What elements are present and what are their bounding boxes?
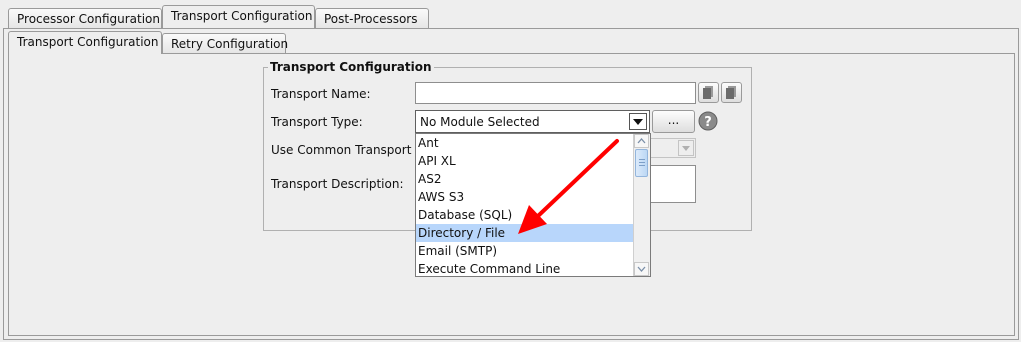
transport-description-textarea[interactable] — [650, 165, 696, 203]
tab-processor-configuration[interactable]: Processor Configuration — [8, 8, 162, 29]
transport-description-label: Transport Description: — [271, 177, 404, 191]
dropdown-option-aws-s3[interactable]: AWS S3 — [416, 188, 634, 206]
scroll-thumb[interactable] — [635, 149, 648, 177]
copy-icon — [703, 86, 713, 99]
subtab-transport-configuration[interactable]: Transport Configuration — [8, 31, 162, 54]
copy-button[interactable] — [698, 82, 719, 103]
paste-button[interactable] — [721, 82, 742, 103]
chevron-up-icon — [637, 138, 646, 144]
svg-text:?: ? — [704, 115, 712, 130]
transport-type-label: Transport Type: — [271, 115, 363, 129]
dropdown-arrow-icon — [633, 119, 643, 125]
common-transport-arrow — [678, 140, 694, 156]
dropdown-option-ant[interactable]: Ant — [416, 134, 634, 152]
transport-type-dropdown-list[interactable]: Ant API XL AS2 AWS S3 Database (SQL) Dir… — [415, 133, 651, 277]
browse-button[interactable]: ... — [652, 110, 695, 133]
transport-type-select[interactable]: No Module Selected — [415, 110, 650, 133]
dropdown-option-as2[interactable]: AS2 — [416, 170, 634, 188]
dropdown-scrollbar[interactable] — [633, 134, 650, 276]
chevron-down-icon — [682, 146, 690, 151]
use-common-transport-label: Use Common Transport — [271, 143, 412, 157]
common-transport-select[interactable] — [650, 138, 696, 158]
browse-button-label: ... — [667, 113, 680, 127]
tab-transport-configuration[interactable]: Transport Configuration — [162, 5, 315, 28]
dropdown-option-directory-file[interactable]: Directory / File — [416, 224, 634, 242]
dropdown-option-email-smtp[interactable]: Email (SMTP) — [416, 242, 634, 260]
subtab-retry-configuration[interactable]: Retry Configuration — [162, 33, 288, 54]
transport-name-label: Transport Name: — [271, 87, 371, 101]
help-icon[interactable]: ? — [698, 111, 718, 131]
tab-post-processors[interactable]: Post-Processors — [315, 8, 429, 29]
scroll-up-button[interactable] — [634, 134, 649, 148]
chevron-down-icon — [637, 266, 646, 272]
group-title: Transport Configuration — [268, 60, 434, 74]
paste-icon — [726, 86, 736, 99]
dropdown-option-database-sql[interactable]: Database (SQL) — [416, 206, 634, 224]
dropdown-option-execute-command-line[interactable]: Execute Command Line — [416, 260, 634, 278]
dropdown-option-api-xl[interactable]: API XL — [416, 152, 634, 170]
dropdown-arrow-button[interactable] — [629, 113, 647, 130]
transport-type-selected-value: No Module Selected — [420, 115, 540, 129]
transport-name-input[interactable] — [415, 82, 696, 104]
scroll-down-button[interactable] — [634, 262, 649, 276]
